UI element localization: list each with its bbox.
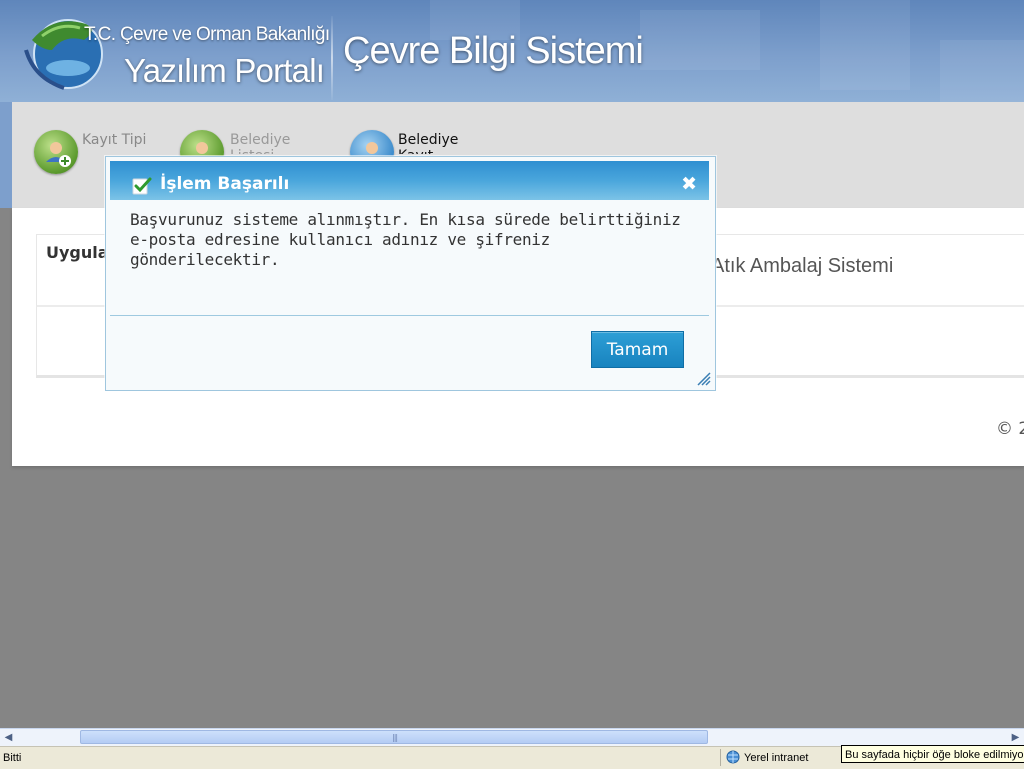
step-label: Kayıt Tipi: [82, 132, 147, 148]
header-decor: [940, 40, 1024, 102]
status-text: Bitti: [3, 752, 22, 764]
user-add-icon: [34, 130, 78, 174]
ok-button[interactable]: Tamam: [591, 331, 684, 368]
dialog-message: Başvurunuz sisteme alınmıştır. En kısa s…: [130, 210, 681, 269]
scroll-right-icon[interactable]: ▶: [1008, 730, 1023, 745]
system-title: Çevre Bilgi Sistemi: [343, 30, 644, 72]
site-header: T.C. Çevre ve Orman Bakanlığı Yazılım Po…: [0, 0, 1024, 102]
system-name: Atık Ambalaj Sistemi: [711, 255, 894, 277]
left-strip: [0, 102, 12, 208]
horizontal-scrollbar[interactable]: ◀ ||| ▶: [0, 728, 1024, 746]
scrollbar-grip-icon: |||: [392, 733, 398, 742]
step-label: Belediye Kayıt: [398, 132, 459, 154]
ministry-name: T.C. Çevre ve Orman Bakanlığı: [84, 24, 330, 45]
status-divider: [720, 749, 721, 766]
resize-grip-icon[interactable]: [695, 370, 711, 386]
intranet-globe-icon: [726, 750, 740, 764]
dialog-titlebar[interactable]: İşlem Başarılı ✖: [110, 161, 709, 200]
checkmark-icon: [132, 177, 152, 195]
header-decor: [640, 10, 760, 70]
header-decor: [820, 0, 910, 90]
step-label: Belediye Listesi: [230, 132, 291, 154]
popup-blocker-tooltip: Bu sayfada hiçbir öğe bloke edilmiyor: [841, 745, 1024, 763]
header-divider: [331, 16, 333, 100]
dialog-title: İşlem Başarılı: [160, 174, 290, 194]
security-zone: Yerel intranet: [744, 752, 809, 764]
copyright-text: © 2: [996, 419, 1024, 439]
success-dialog: İşlem Başarılı ✖ Başvurunuz sisteme alın…: [105, 156, 716, 391]
panel-heading: Uygula: [46, 243, 109, 262]
dialog-divider: [110, 315, 709, 316]
portal-title: Yazılım Portalı: [124, 52, 325, 89]
scroll-left-icon[interactable]: ◀: [1, 730, 16, 745]
ministry-logo-icon: [24, 19, 103, 90]
close-icon[interactable]: ✖: [681, 173, 697, 195]
